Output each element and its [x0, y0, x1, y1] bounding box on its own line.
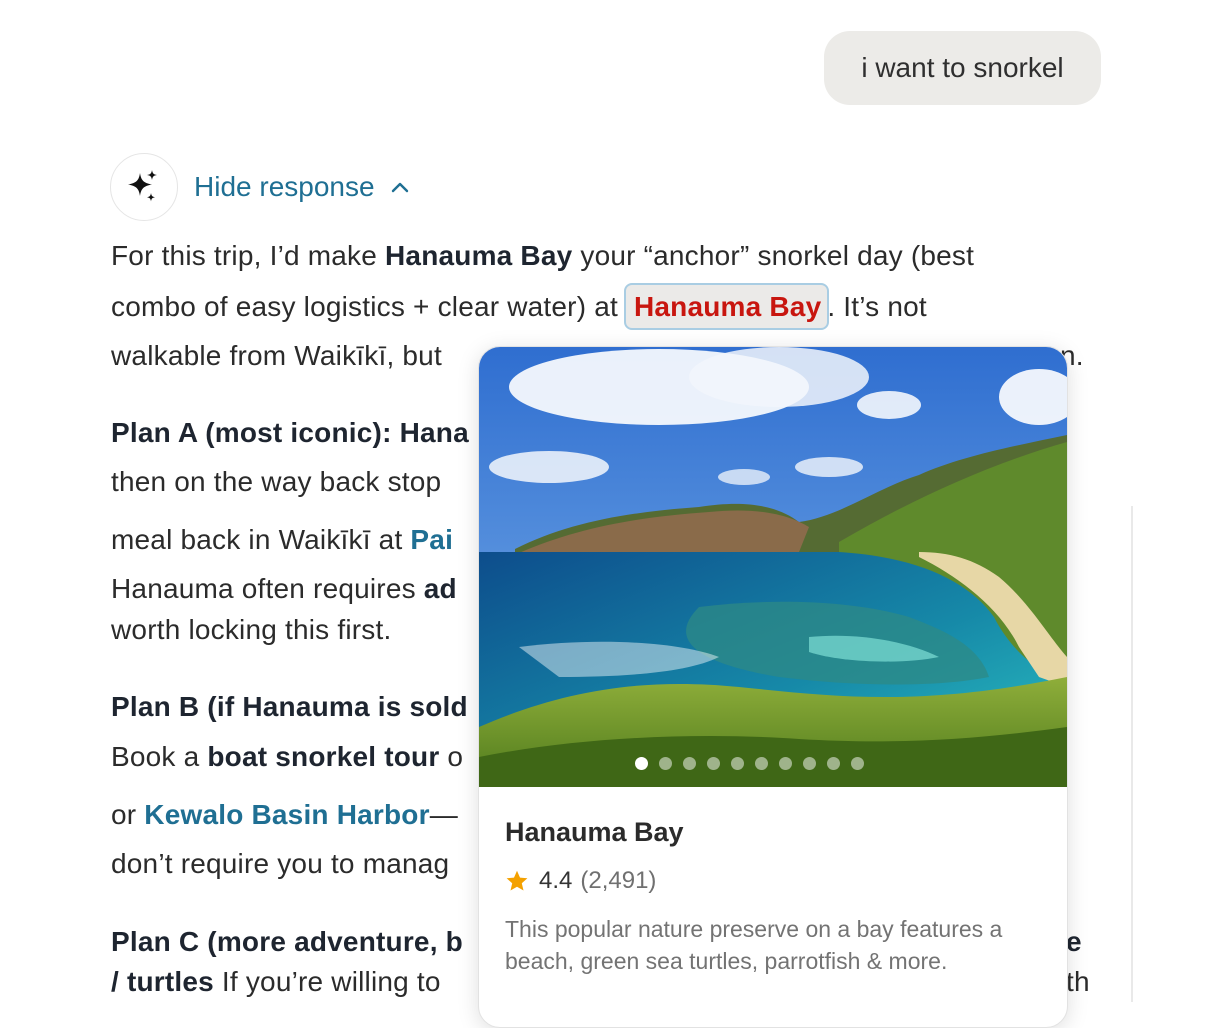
response-line: Hanauma often requires ad [111, 573, 457, 604]
place-chip-hanauma-bay[interactable]: Hanauma Bay [623, 283, 830, 330]
place-description: This popular nature preserve on a bay fe… [505, 916, 1003, 974]
carousel-dot[interactable] [778, 757, 792, 770]
place-link[interactable]: Pai [410, 524, 453, 555]
place-name[interactable]: Hanauma Bay [505, 817, 684, 848]
response-line: For this trip, I’d make Hanauma Bay your… [111, 240, 975, 271]
photo-carousel-dots [479, 757, 1067, 770]
response-line: then on the way back stop [111, 466, 442, 497]
place-rating: 4.4 (2,491) [505, 867, 656, 895]
place-card[interactable]: Hanauma Bay 4.4 (2,491) This popular nat… [478, 346, 1068, 1028]
hide-response-button[interactable]: Hide response [194, 171, 409, 203]
user-message-text: i want to snorkel [861, 52, 1064, 83]
user-message-bubble: i want to snorkel [824, 31, 1101, 105]
carousel-dot[interactable] [730, 757, 744, 770]
review-count: (2,491) [580, 867, 657, 894]
response-line: combo of easy logistics + clear water) a… [111, 283, 927, 330]
plan-a-title: Plan A (most iconic): Hana [111, 417, 469, 448]
carousel-dot[interactable] [826, 757, 840, 770]
carousel-dot[interactable] [658, 757, 672, 770]
carousel-dot[interactable] [802, 757, 816, 770]
hide-response-label: Hide response [194, 171, 375, 202]
response-line: / turtles If you’re willing to [111, 966, 441, 997]
carousel-dot[interactable] [682, 757, 696, 770]
place-photo[interactable] [479, 347, 1067, 787]
response-line: worth locking this first. [111, 614, 392, 645]
response-line: don’t require you to manag [111, 848, 450, 879]
assistant-header: Hide response [110, 153, 409, 221]
carousel-dot[interactable] [850, 757, 864, 770]
response-line-end: th [1066, 966, 1090, 997]
star-icon [506, 870, 528, 891]
plan-b-title: Plan B (if Hanauma is sold [111, 691, 468, 722]
side-divider [1131, 506, 1133, 1002]
response-line: Book a boat snorkel tour o [111, 741, 464, 772]
response-line: meal back in Waikīkī at Pai [111, 524, 454, 555]
response-line: or Kewalo Basin Harbor— [111, 799, 458, 830]
plan-c-title: Plan C (more adventure, b [111, 926, 463, 957]
response-line: walkable from Waikīkī, but [111, 340, 442, 371]
rating-value: 4.4 [539, 867, 573, 894]
carousel-dot[interactable] [754, 757, 768, 770]
carousel-dot[interactable] [706, 757, 720, 770]
place-mention: Hanauma Bay [385, 240, 573, 271]
plan-c-title-end: e [1066, 926, 1082, 957]
assistant-avatar [110, 153, 178, 221]
sparkle-icon [128, 170, 157, 202]
carousel-dot[interactable] [634, 757, 648, 770]
place-link-kewalo-basin-harbor[interactable]: Kewalo Basin Harbor [144, 799, 429, 830]
chevron-up-icon [391, 182, 408, 193]
